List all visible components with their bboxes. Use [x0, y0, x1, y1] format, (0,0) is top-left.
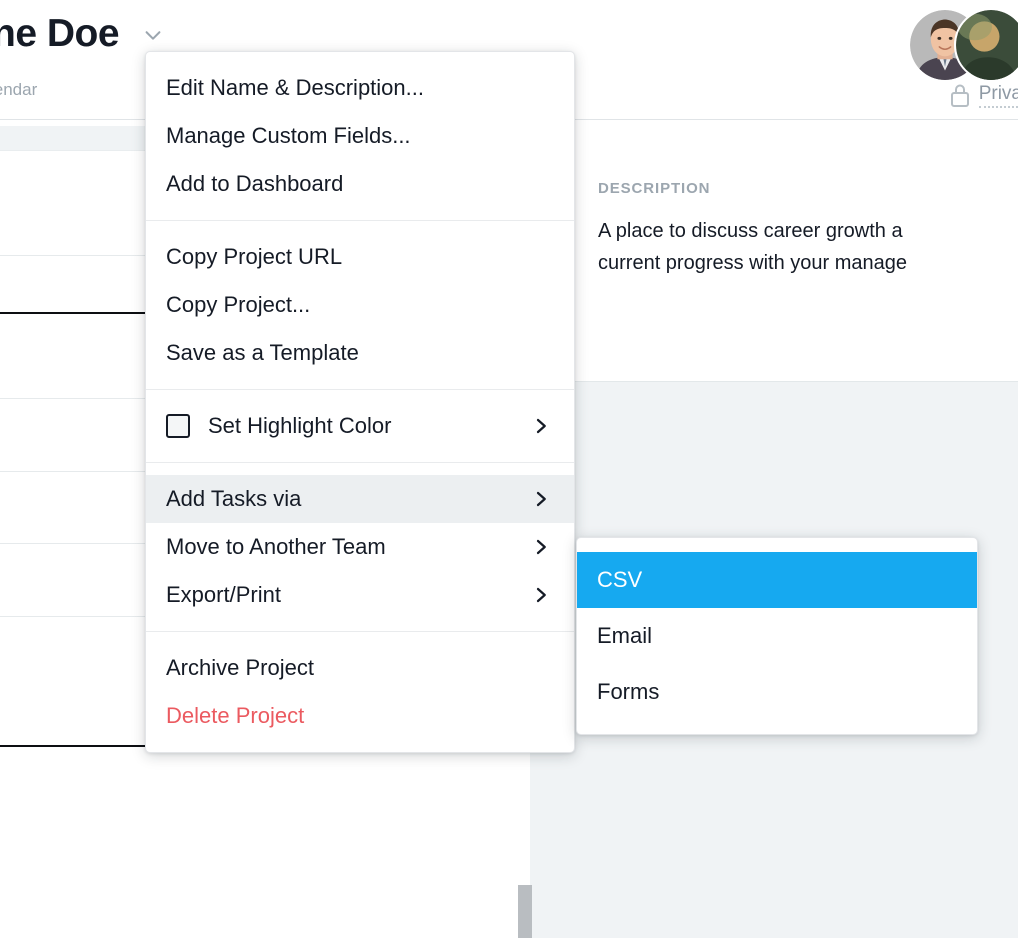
menu-group: Add Tasks via Move to Another Team Expor…: [146, 462, 574, 631]
app-root: ne Doe lendar: [0, 0, 1018, 938]
menu-item-manage-custom-fields[interactable]: Manage Custom Fields...: [146, 112, 574, 160]
menu-item-save-as-template[interactable]: Save as a Template: [146, 329, 574, 377]
avatar[interactable]: [954, 8, 1018, 82]
menu-item-label: Manage Custom Fields...: [166, 123, 411, 148]
menu-item-delete-project[interactable]: Delete Project: [146, 692, 574, 740]
chevron-right-icon: [532, 417, 550, 435]
privacy-indicator[interactable]: Priva: [949, 82, 1018, 108]
vertical-scrollbar-thumb[interactable]: [518, 885, 532, 938]
menu-item-copy-project[interactable]: Copy Project...: [146, 281, 574, 329]
description-line: A place to discuss career growth a: [598, 220, 903, 242]
menu-group: Edit Name & Description... Manage Custom…: [146, 52, 574, 220]
menu-item-label: Archive Project: [166, 655, 314, 680]
chevron-down-icon[interactable]: [142, 24, 164, 46]
menu-item-label: Delete Project: [166, 703, 305, 728]
menu-item-label: Copy Project...: [166, 292, 311, 317]
project-context-menu: Edit Name & Description... Manage Custom…: [145, 51, 575, 753]
submenu-item-forms[interactable]: Forms: [577, 664, 977, 720]
menu-item-label: Copy Project URL: [166, 244, 343, 269]
menu-item-copy-project-url[interactable]: Copy Project URL: [146, 233, 574, 281]
menu-item-move-to-another-team[interactable]: Move to Another Team: [146, 523, 574, 571]
menu-item-label: Set Highlight Color: [208, 413, 392, 438]
submenu-item-label: Email: [597, 623, 653, 648]
submenu-item-label: CSV: [597, 567, 643, 592]
add-tasks-via-submenu: CSV Email Forms: [576, 537, 978, 735]
description-line: current progress with your manage: [598, 252, 908, 274]
menu-group: Set Highlight Color: [146, 389, 574, 462]
menu-item-label: Move to Another Team: [166, 534, 386, 559]
menu-item-edit-name-description[interactable]: Edit Name & Description...: [146, 64, 574, 112]
menu-item-export-print[interactable]: Export/Print: [146, 571, 574, 619]
menu-item-add-to-dashboard[interactable]: Add to Dashboard: [146, 160, 574, 208]
menu-item-label: Add to Dashboard: [166, 171, 344, 196]
menu-item-set-highlight-color[interactable]: Set Highlight Color: [146, 402, 574, 450]
color-swatch-icon: [166, 414, 190, 438]
description-label: DESCRIPTION: [598, 180, 711, 197]
menu-item-archive-project[interactable]: Archive Project: [146, 644, 574, 692]
menu-item-label: Save as a Template: [166, 340, 359, 365]
privacy-label: Priva: [978, 83, 1018, 108]
description-section: DESCRIPTION A place to discuss career gr…: [598, 180, 1018, 279]
tab-calendar[interactable]: lendar: [0, 80, 37, 100]
menu-group: Archive Project Delete Project: [146, 631, 574, 752]
chevron-right-icon: [532, 490, 550, 508]
chevron-right-icon: [532, 538, 550, 556]
menu-item-add-tasks-via[interactable]: Add Tasks via: [146, 475, 574, 523]
submenu-item-label: Forms: [597, 679, 660, 704]
chevron-right-icon: [532, 586, 550, 604]
menu-item-label: Edit Name & Description...: [166, 75, 424, 100]
view-tabs: lendar: [0, 80, 71, 100]
lock-icon: [949, 82, 971, 108]
menu-item-label: Export/Print: [166, 582, 281, 607]
submenu-item-csv[interactable]: CSV: [577, 552, 977, 608]
submenu-item-email[interactable]: Email: [577, 608, 977, 664]
page-title: ne Doe: [0, 12, 120, 55]
menu-item-label: Add Tasks via: [166, 486, 302, 511]
menu-group: Copy Project URL Copy Project... Save as…: [146, 220, 574, 389]
